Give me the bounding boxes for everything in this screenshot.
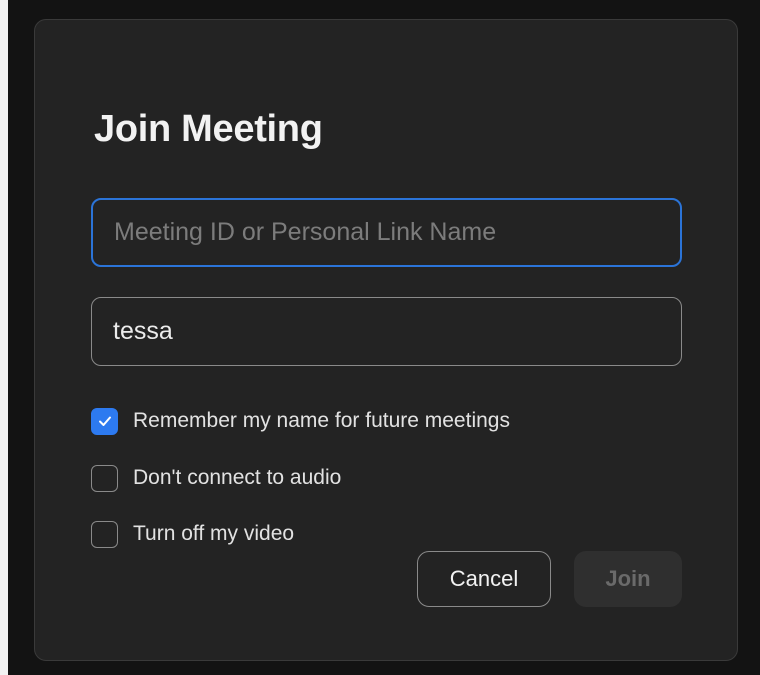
checkmark-icon — [98, 416, 111, 426]
remember-name-label: Remember my name for future meetings — [133, 409, 510, 432]
meeting-id-placeholder: Meeting ID or Personal Link Name — [114, 218, 497, 246]
meeting-id-input[interactable]: Meeting ID or Personal Link Name — [91, 198, 682, 267]
option-remember-name[interactable]: Remember my name for future meetings — [91, 407, 510, 435]
name-input-value: tessa — [113, 317, 173, 345]
join-meeting-dialog: Join Meeting Meeting ID or Personal Link… — [34, 19, 738, 661]
dialog-title: Join Meeting — [94, 108, 323, 150]
remember-name-checkbox[interactable] — [91, 407, 118, 435]
video-off-checkbox[interactable] — [91, 520, 118, 548]
no-audio-checkbox[interactable] — [91, 464, 118, 492]
window-edge — [0, 0, 8, 675]
join-button[interactable]: Join — [574, 551, 682, 607]
video-off-label: Turn off my video — [133, 522, 295, 545]
name-input[interactable]: tessa — [91, 297, 682, 366]
option-video-off[interactable]: Turn off my video — [91, 520, 294, 548]
cancel-button[interactable]: Cancel — [417, 551, 551, 607]
option-no-audio[interactable]: Don't connect to audio — [91, 464, 341, 492]
no-audio-label: Don't connect to audio — [133, 466, 342, 489]
